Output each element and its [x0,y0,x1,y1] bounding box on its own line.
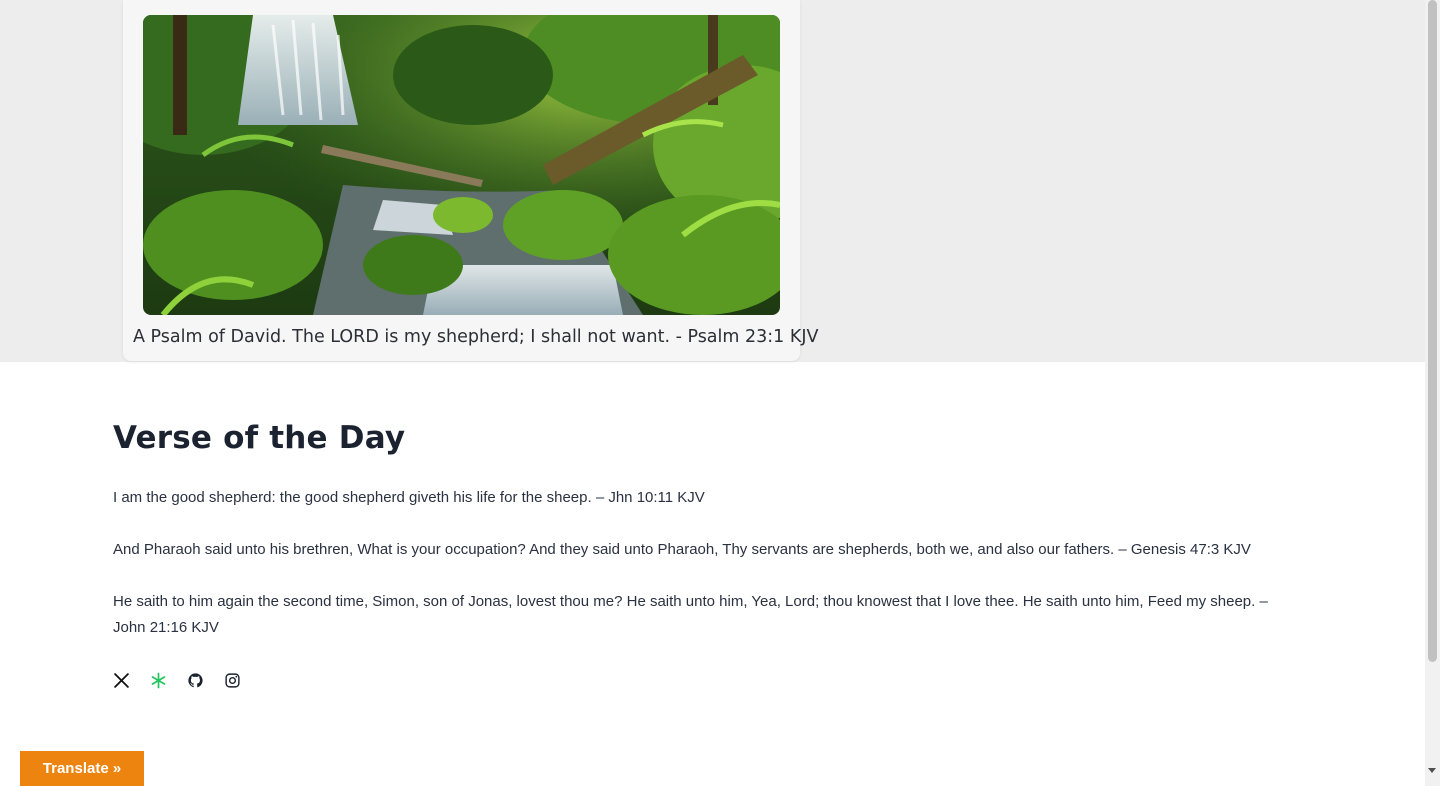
page: A Psalm of David. The LORD is my shepher… [0,0,1440,786]
hero-banner: A Psalm of David. The LORD is my shepher… [0,0,1425,362]
scrollbar-thumb[interactable] [1428,0,1437,662]
image-card: A Psalm of David. The LORD is my shepher… [123,0,819,361]
translate-button[interactable]: Translate » [20,751,144,786]
scroll-down-arrow-icon[interactable] [1428,768,1436,773]
waterfall-image [143,15,780,315]
verse-1: I am the good shepherd: the good shepher… [113,489,705,506]
verse-3: He saith to him again the second time, S… [113,593,1268,636]
verse-2: And Pharaoh said unto his brethren, What… [113,541,1251,558]
social-links [113,672,241,689]
asterisk-icon[interactable] [150,672,167,689]
hero-caption: A Psalm of David. The LORD is my shepher… [133,327,819,347]
instagram-icon[interactable] [224,672,241,689]
scrollbar[interactable] [1425,0,1440,786]
verse-of-the-day-section: Verse of the Day I am the good shepherd:… [113,420,1313,636]
x-icon[interactable] [113,672,130,689]
github-icon[interactable] [187,672,204,689]
section-heading: Verse of the Day [113,420,406,456]
